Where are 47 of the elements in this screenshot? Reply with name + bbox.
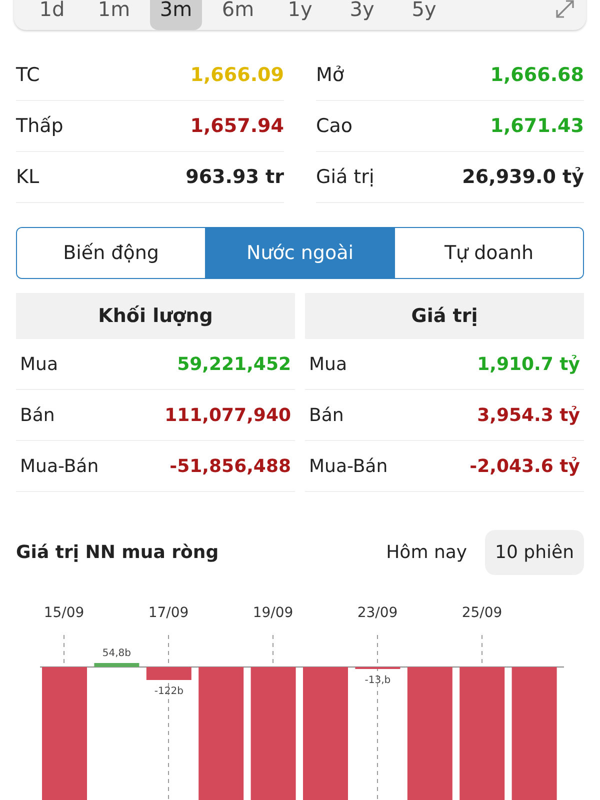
- stat-value: 1,666.09: [190, 64, 284, 86]
- chart-title: Giá trị NN mua ròng: [16, 542, 219, 563]
- stat-value: 1,671.43: [490, 115, 584, 137]
- row-value: 3,954.3 tỷ: [477, 404, 580, 426]
- panel-header: Giá trị: [305, 293, 584, 339]
- stat-label: Thấp: [16, 115, 64, 137]
- row-value: 59,221,452: [177, 354, 291, 374]
- row-label: Mua-Bán: [309, 456, 388, 476]
- segment-tab[interactable]: Nước ngoài: [205, 228, 394, 278]
- period-tab[interactable]: 5y: [398, 0, 450, 30]
- date-label: 23/09: [357, 605, 398, 621]
- expand-icon[interactable]: [554, 0, 576, 20]
- stat-label: Giá trị: [316, 166, 374, 188]
- row-value: -2,043.6 tỷ: [470, 456, 580, 476]
- bar-value-label: -122b: [154, 686, 184, 697]
- period-tab[interactable]: 1y: [274, 0, 326, 30]
- period-tab[interactable]: 1m: [88, 0, 140, 30]
- row-label: Bán: [20, 404, 55, 426]
- period-tab[interactable]: 3m: [150, 0, 202, 30]
- row-value: -51,856,488: [170, 456, 291, 476]
- period-tab[interactable]: 6m: [212, 0, 264, 30]
- stat-label: Mở: [316, 64, 344, 86]
- row-value: 111,077,940: [164, 404, 291, 426]
- stat-value: 1,657.94: [190, 115, 284, 137]
- stat-label: Cao: [316, 115, 353, 137]
- stat-label: KL: [16, 166, 40, 188]
- range-tab[interactable]: 10 phiên: [485, 530, 584, 575]
- stat-value: 26,939.0 tỷ: [462, 166, 584, 188]
- panel-header: Khối lượng: [16, 293, 295, 339]
- range-tab[interactable]: Hôm nay: [376, 530, 478, 575]
- row-value: 1,910.7 tỷ: [477, 354, 580, 374]
- bar-value-label: -13,b: [364, 675, 391, 686]
- bar-value-label: 54,8b: [102, 648, 131, 659]
- date-label: 25/09: [462, 605, 502, 621]
- row-label: Mua: [20, 354, 58, 374]
- row-label: Bán: [309, 404, 344, 426]
- date-label: 17/09: [148, 605, 189, 621]
- row-label: Mua: [309, 354, 347, 374]
- date-label: 15/09: [44, 605, 84, 621]
- period-tab[interactable]: 3y: [336, 0, 388, 30]
- segment-tab[interactable]: Tự doanh: [394, 228, 583, 278]
- stat-label: TC: [16, 64, 40, 86]
- row-label: Mua-Bán: [20, 456, 99, 476]
- date-label: 19/09: [252, 605, 294, 621]
- period-tab[interactable]: 1d: [26, 0, 78, 30]
- stat-value: 1,666.68: [490, 64, 584, 86]
- stat-value: 963.93 tr: [186, 166, 284, 188]
